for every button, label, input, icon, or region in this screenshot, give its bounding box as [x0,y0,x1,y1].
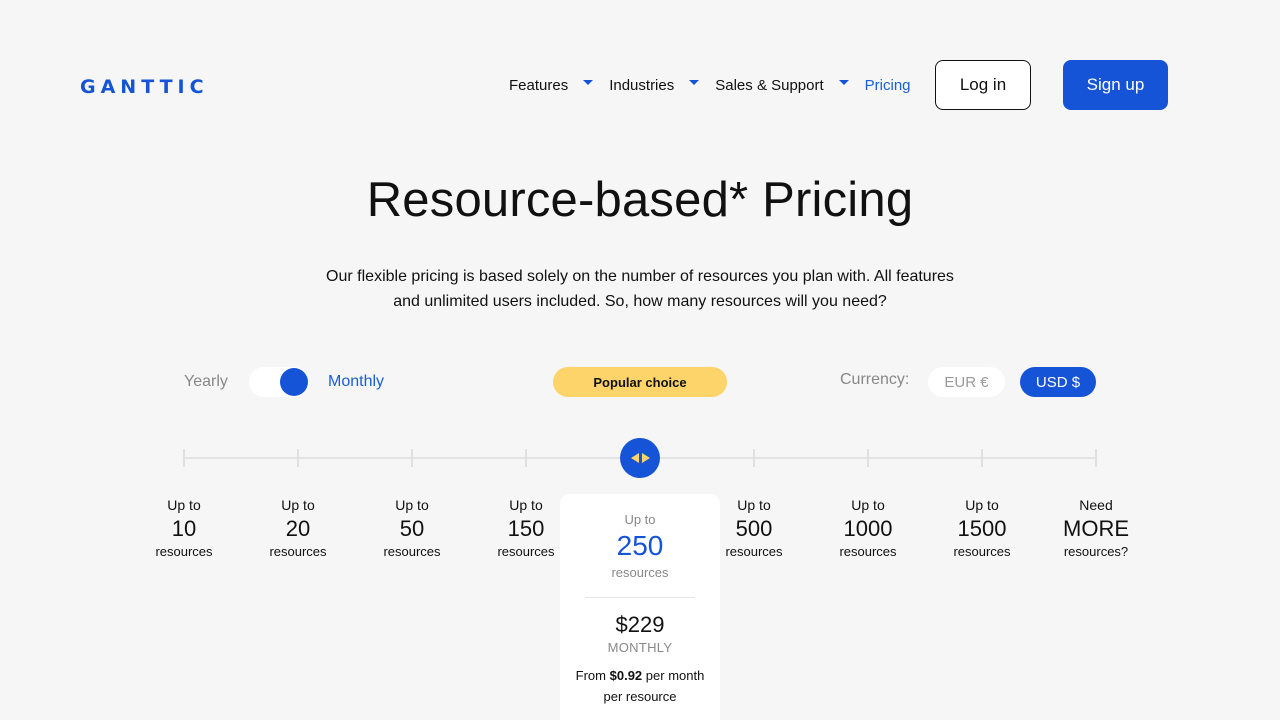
step-value: 1500 [957,516,1007,541]
page-subtitle: Our flexible pricing is based solely on … [300,264,980,314]
chevron-down-icon [838,80,849,85]
step-value: 10 [171,516,197,541]
step-prefix: Need [1079,497,1113,513]
chevron-down-icon [689,80,700,85]
arrow-left-icon [630,453,639,463]
nav-item-label: Industries [609,77,675,94]
arrow-right-icon [641,453,650,463]
slider-tick [525,449,527,467]
currency-label: Currency: [840,371,910,388]
step-prefix: Up to [395,497,429,513]
billing-monthly-label[interactable]: Monthly [328,373,384,391]
nav-item-label: Pricing [864,77,911,94]
slider-tick [411,449,413,467]
step-value: 20 [285,516,311,541]
step-prefix: Up to [167,497,201,513]
slider-step-1500[interactable]: Up to 1500 resources [932,497,1032,560]
subtitle-line: Our flexible pricing is based solely on … [326,268,954,285]
plan-unit: resources [611,565,669,580]
slider-step-1000[interactable]: Up to 1000 resources [818,497,918,560]
slider-step-10[interactable]: Up to 10 resources [134,497,234,560]
step-unit: resources [953,544,1011,559]
slider-tick [183,449,185,467]
chevron-down-icon [583,80,594,85]
slider-tick [1095,449,1097,467]
login-button[interactable]: Log in [935,60,1031,110]
step-unit: resources [269,544,327,559]
per-resource-prefix: From [575,668,606,683]
step-value: 50 [399,516,425,541]
step-unit: resources? [1063,544,1129,559]
slider-step-20[interactable]: Up to 20 resources [248,497,348,560]
subtitle-line: and unlimited users included. So, how ma… [393,293,887,310]
nav-item-pricing[interactable]: Pricing [865,77,911,94]
slider-step-50[interactable]: Up to 50 resources [362,497,462,560]
billing-yearly-label[interactable]: Yearly [184,373,228,391]
step-unit: resources [155,544,213,559]
nav-item-sales-support[interactable]: Sales & Support [715,77,849,94]
per-resource-amount: $0.92 [609,668,643,683]
resource-slider-handle[interactable] [620,438,660,478]
slider-tick [297,449,299,467]
per-resource-price: From $0.92 per month per resource [560,665,720,707]
nav-item-industries[interactable]: Industries [609,77,700,94]
plan-resource-count: 250 [616,530,664,561]
currency-usd-button[interactable]: USD $ [1020,367,1096,397]
step-prefix: Up to [965,497,999,513]
divider [585,597,695,598]
selected-plan-card: Up to 250 resources $229 MONTHLY From $0… [560,494,720,720]
signup-button[interactable]: Sign up [1063,60,1168,110]
slider-tick [981,449,983,467]
plan-period: MONTHLY [607,640,673,655]
step-prefix: Up to [851,497,885,513]
slider-tick [753,449,755,467]
logo[interactable]: GANTTIC [80,76,209,98]
plan-prefix: Up to [624,512,656,527]
page-title: Resource-based* Pricing [366,173,914,227]
plan-price: $229 [615,612,665,637]
step-unit: resources [839,544,897,559]
step-prefix: Up to [281,497,315,513]
slider-step-more[interactable]: Need MORE resources? [1046,497,1146,560]
nav-item-label: Features [509,77,569,94]
billing-toggle[interactable] [249,367,309,397]
step-value: 1000 [843,516,893,541]
currency-eur-button[interactable]: EUR € [928,367,1005,397]
step-unit: resources [383,544,441,559]
nav-item-features[interactable]: Features [509,77,594,94]
nav-item-label: Sales & Support [715,77,824,94]
step-value: MORE [1063,516,1129,541]
popular-choice-badge: Popular choice [553,367,727,397]
main-nav: Features Industries Sales & Support Pric… [509,77,911,94]
toggle-knob [280,368,308,396]
slider-tick [867,449,869,467]
